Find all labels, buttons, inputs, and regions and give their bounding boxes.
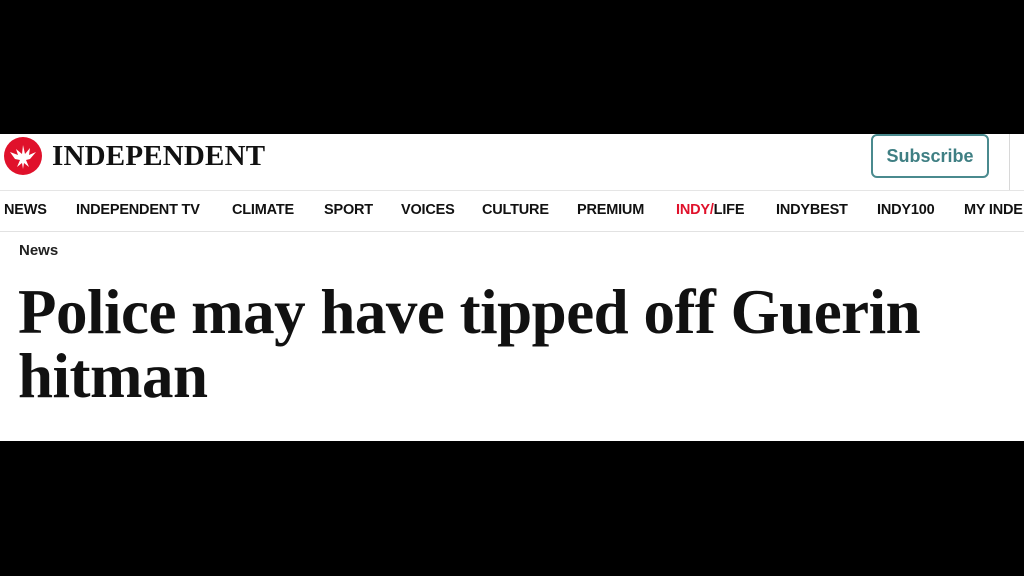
nav-item-indy-prefix: INDY/ (676, 202, 714, 218)
site-name: INDEPENDENT (52, 139, 266, 172)
divider (1009, 134, 1010, 190)
nav-item-culture[interactable]: CULTURE (482, 202, 549, 218)
nav-item-life-suffix: LIFE (713, 202, 745, 218)
section-label[interactable]: News (19, 242, 58, 259)
nav-item-climate[interactable]: CLIMATE (232, 202, 294, 218)
nav-item-indybest[interactable]: INDYBEST (776, 202, 848, 218)
page-frame: INDEPENDENT Subscribe NEWS INDEPENDENT T… (0, 134, 1024, 441)
nav-item-news[interactable]: NEWS (4, 202, 47, 218)
nav-item-premium[interactable]: PREMIUM (577, 202, 644, 218)
site-logo[interactable]: INDEPENDENT (3, 136, 265, 176)
nav-item-voices[interactable]: VOICES (401, 202, 455, 218)
main-nav: NEWS INDEPENDENT TV CLIMATE SPORT VOICES… (0, 191, 1024, 232)
nav-item-sport[interactable]: SPORT (324, 202, 373, 218)
masthead: INDEPENDENT Subscribe (0, 134, 1024, 191)
nav-item-independent-tv[interactable]: INDEPENDENT TV (76, 202, 200, 218)
nav-item-indy-life[interactable]: INDY/LIFE (676, 202, 744, 218)
subscribe-button[interactable]: Subscribe (871, 134, 989, 178)
eagle-icon (4, 137, 42, 175)
nav-item-indy100[interactable]: INDY100 (877, 202, 935, 218)
article-headline: Police may have tipped off Guerin hitman (18, 277, 921, 411)
nav-item-my-independent[interactable]: MY INDE (964, 202, 1023, 218)
